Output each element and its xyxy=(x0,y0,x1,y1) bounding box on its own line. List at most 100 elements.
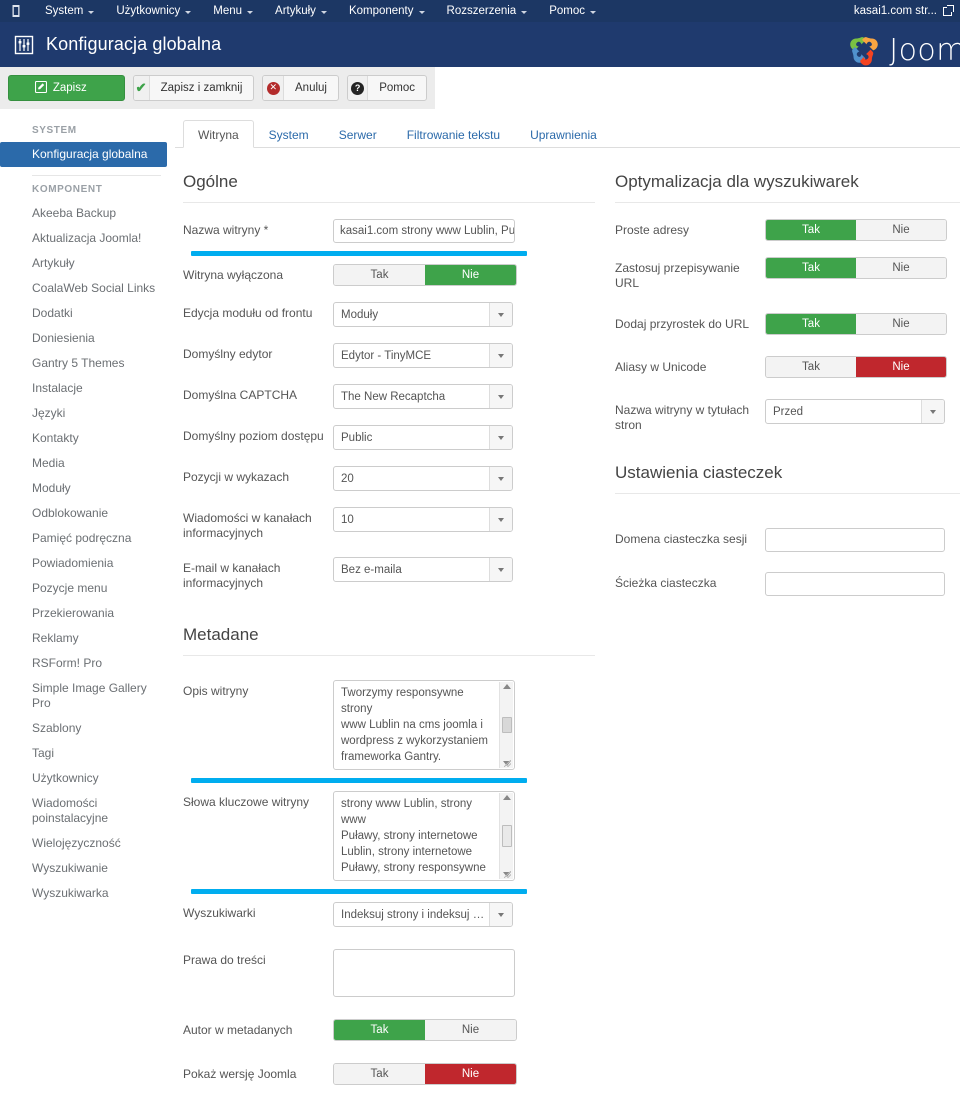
toggle-option-no[interactable]: Nie xyxy=(856,258,946,278)
toggle-option-yes[interactable]: Tak xyxy=(766,357,856,377)
url-rewriting-toggle[interactable]: Tak Nie xyxy=(765,257,947,279)
sidebar-item-reklamy[interactable]: Reklamy xyxy=(0,626,175,651)
sidebar-item-coalaweb-social-links[interactable]: CoalaWeb Social Links xyxy=(0,276,175,301)
sidebar-item-rsform-pro[interactable]: RSForm! Pro xyxy=(0,651,175,676)
resize-grip-icon[interactable] xyxy=(504,871,511,878)
tab-system[interactable]: System xyxy=(254,120,324,148)
content-rights-textarea[interactable] xyxy=(333,949,515,997)
cancel-button[interactable]: ✕ Anuluj xyxy=(262,75,339,101)
site-keywords-textarea[interactable]: strony www Lublin, strony www Puławy, st… xyxy=(333,791,515,881)
site-preview-link[interactable]: kasai1.com str... xyxy=(854,0,954,22)
sidebar-item-j-zyki[interactable]: Języki xyxy=(0,401,175,426)
site-name-in-titles-select[interactable]: Przed xyxy=(765,399,945,424)
sidebar-item-doniesienia[interactable]: Doniesienia xyxy=(0,326,175,351)
top-menu-item-komponenty[interactable]: Komponenty xyxy=(338,0,436,22)
scrollbar-thumb[interactable] xyxy=(501,825,512,847)
sidebar-item-odblokowanie[interactable]: Odblokowanie xyxy=(0,501,175,526)
author-meta-toggle[interactable]: Tak Nie xyxy=(333,1019,517,1041)
sidebar-item-wyszukiwarka[interactable]: Wyszukiwarka xyxy=(0,881,175,906)
sidebar-item-pozycje-menu[interactable]: Pozycje menu xyxy=(0,576,175,601)
url-suffix-toggle[interactable]: Tak Nie xyxy=(765,313,947,335)
sidebar-item-u-ytkownicy[interactable]: Użytkownicy xyxy=(0,766,175,791)
tab-witryna[interactable]: Witryna xyxy=(183,120,254,148)
toggle-option-yes[interactable]: Tak xyxy=(334,1064,425,1084)
cookie-domain-input[interactable] xyxy=(765,528,945,552)
toggle-option-no[interactable]: Nie xyxy=(425,1020,516,1040)
sidebar-item-wieloj-zyczno[interactable]: Wielojęzyczność xyxy=(0,831,175,856)
sidebar-item-powiadomienia[interactable]: Powiadomienia xyxy=(0,551,175,576)
sidebar-item-instalacje[interactable]: Instalacje xyxy=(0,376,175,401)
help-button[interactable]: ? Pomoc xyxy=(346,75,427,101)
site-offline-toggle[interactable]: Tak Nie xyxy=(333,264,517,286)
top-menu-item-pomoc[interactable]: Pomoc xyxy=(538,0,607,22)
toggle-option-no[interactable]: Nie xyxy=(856,220,946,240)
joomla-j-icon[interactable] xyxy=(8,3,24,19)
top-menu-item-uzytkownicy[interactable]: Użytkownicy xyxy=(105,0,202,22)
scroll-up-icon[interactable] xyxy=(502,795,511,800)
chevron-down-icon[interactable] xyxy=(489,426,512,449)
chevron-down-icon[interactable] xyxy=(489,467,512,490)
toggle-option-no[interactable]: Nie xyxy=(856,314,946,334)
sidebar-item-artyku-y[interactable]: Artykuły xyxy=(0,251,175,276)
save-and-close-button[interactable]: ✔ Zapisz i zamknij xyxy=(132,75,255,101)
toggle-option-yes[interactable]: Tak xyxy=(766,220,856,240)
site-name-input[interactable]: kasai1.com strony www Lublin, Puł xyxy=(333,219,515,243)
frontend-module-edit-select[interactable]: Moduły xyxy=(333,302,513,327)
cookie-path-input[interactable] xyxy=(765,572,945,596)
save-button[interactable]: Zapisz xyxy=(8,75,125,101)
chevron-down-icon[interactable] xyxy=(489,303,512,326)
top-menu-item-system[interactable]: System xyxy=(34,0,105,22)
toggle-option-yes[interactable]: Tak xyxy=(766,258,856,278)
scrollbar-thumb[interactable] xyxy=(501,717,512,733)
chevron-down-icon[interactable] xyxy=(489,903,512,926)
toggle-option-no[interactable]: Nie xyxy=(425,1064,516,1084)
site-description-textarea[interactable]: Tworzymy responsywne strony www Lublin n… xyxy=(333,680,515,770)
sidebar-item-przekierowania[interactable]: Przekierowania xyxy=(0,601,175,626)
sidebar-item-simple-image-gallery-pro[interactable]: Simple Image Gallery Pro xyxy=(0,676,175,716)
scroll-up-icon[interactable] xyxy=(502,684,511,689)
top-menu-item-artykuly[interactable]: Artykuły xyxy=(264,0,338,22)
sidebar-item-media[interactable]: Media xyxy=(0,451,175,476)
toggle-option-yes[interactable]: Tak xyxy=(334,1020,425,1040)
sidebar-item-pami-podr-czna[interactable]: Pamięć podręczna xyxy=(0,526,175,551)
tab-serwer[interactable]: Serwer xyxy=(324,120,392,148)
sidebar-item-szablony[interactable]: Szablony xyxy=(0,716,175,741)
textarea-scrollbar[interactable] xyxy=(499,793,513,879)
toggle-option-no[interactable]: Nie xyxy=(425,265,516,285)
sidebar-item-aktualizacja-joomla[interactable]: Aktualizacja Joomla! xyxy=(0,226,175,251)
sidebar-item-modu-y[interactable]: Moduły xyxy=(0,476,175,501)
textarea-scrollbar[interactable] xyxy=(499,682,513,768)
sidebar-item-kontakty[interactable]: Kontakty xyxy=(0,426,175,451)
sidebar-item-wiadomo-ci-poinstalacyjne[interactable]: Wiadomości poinstalacyjne xyxy=(0,791,175,831)
sidebar-item-dodatki[interactable]: Dodatki xyxy=(0,301,175,326)
field-row-default-editor: Domyślny edytor Edytor - TinyMCE xyxy=(183,335,595,376)
toggle-option-no[interactable]: Nie xyxy=(856,357,946,377)
sidebar-item-tagi[interactable]: Tagi xyxy=(0,741,175,766)
sidebar-item-wyszukiwanie[interactable]: Wyszukiwanie xyxy=(0,856,175,881)
feed-limit-select[interactable]: 10 xyxy=(333,507,513,532)
default-captcha-select[interactable]: The New Recaptcha xyxy=(333,384,513,409)
chevron-down-icon[interactable] xyxy=(921,400,944,423)
sef-urls-toggle[interactable]: Tak Nie xyxy=(765,219,947,241)
tab-uprawnienia[interactable]: Uprawnienia xyxy=(515,120,612,148)
chevron-down-icon[interactable] xyxy=(489,344,512,367)
default-access-select[interactable]: Public xyxy=(333,425,513,450)
toggle-option-yes[interactable]: Tak xyxy=(766,314,856,334)
chevron-down-icon[interactable] xyxy=(489,508,512,531)
toggle-option-yes[interactable]: Tak xyxy=(334,265,425,285)
default-editor-select[interactable]: Edytor - TinyMCE xyxy=(333,343,513,368)
sidebar-item-akeeba-backup[interactable]: Akeeba Backup xyxy=(0,201,175,226)
resize-grip-icon[interactable] xyxy=(504,760,511,767)
tab-filtrowanie-tekstu[interactable]: Filtrowanie tekstu xyxy=(392,120,515,148)
list-limit-select[interactable]: 20 xyxy=(333,466,513,491)
show-joomla-version-toggle[interactable]: Tak Nie xyxy=(333,1063,517,1085)
feed-email-select[interactable]: Bez e-maila xyxy=(333,557,513,582)
robots-select[interactable]: Indeksuj strony i indeksuj ws... xyxy=(333,902,513,927)
chevron-down-icon[interactable] xyxy=(489,558,512,581)
chevron-down-icon[interactable] xyxy=(489,385,512,408)
sidebar-item-konfiguracja-globalna[interactable]: Konfiguracja globalna xyxy=(0,142,167,167)
unicode-aliases-toggle[interactable]: Tak Nie xyxy=(765,356,947,378)
top-menu-item-menu[interactable]: Menu xyxy=(202,0,264,22)
top-menu-item-rozszerzenia[interactable]: Rozszerzenia xyxy=(436,0,539,22)
sidebar-item-gantry-5-themes[interactable]: Gantry 5 Themes xyxy=(0,351,175,376)
